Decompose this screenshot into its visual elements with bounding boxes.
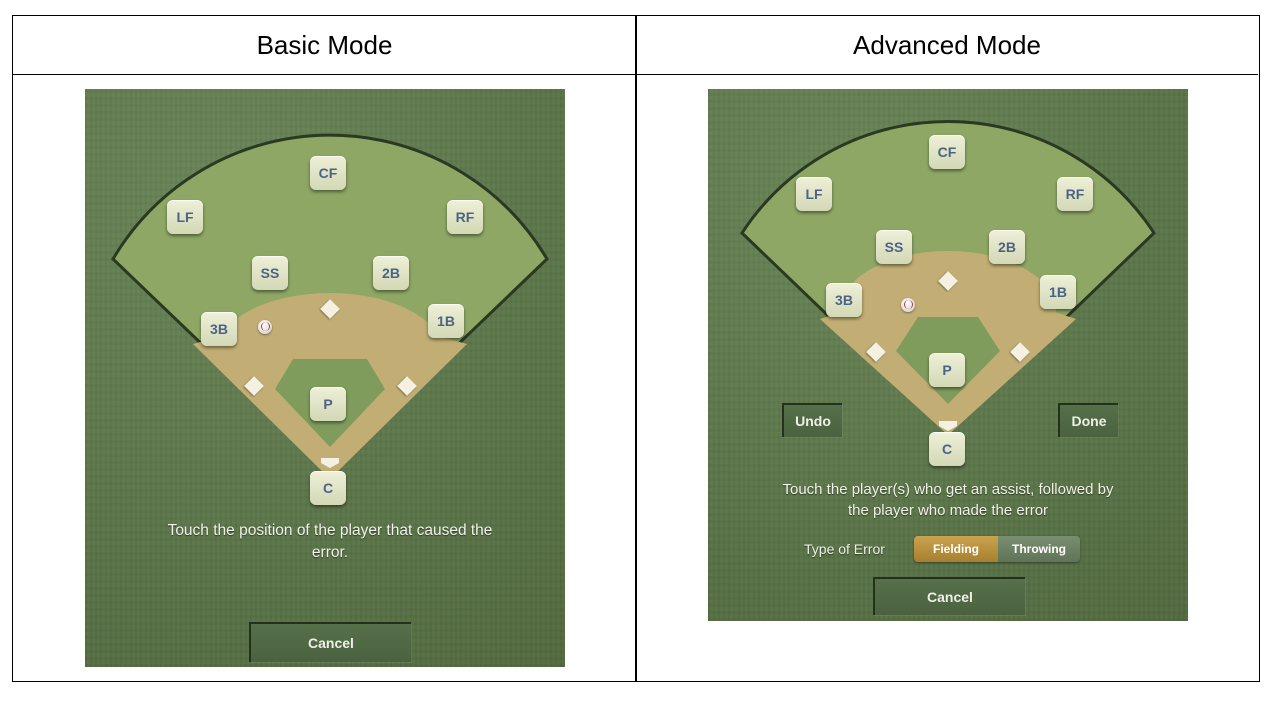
basic-mode-screen: CF LF RF SS 2B 3B 1B P C Touch the posit… [85, 89, 565, 667]
position-c-button[interactable]: C [929, 432, 965, 466]
position-cf-button[interactable]: CF [310, 156, 346, 190]
position-3b-button[interactable]: 3B [826, 283, 862, 317]
position-ss-button[interactable]: SS [252, 256, 288, 290]
undo-button[interactable]: Undo [782, 403, 842, 437]
baseball-icon [258, 320, 272, 334]
basic-mode-header: Basic Mode [13, 16, 636, 75]
throwing-option[interactable]: Throwing [998, 536, 1080, 562]
advanced-cancel-button[interactable]: Cancel [873, 577, 1025, 615]
position-3b-button[interactable]: 3B [201, 312, 237, 346]
fielding-option[interactable]: Fielding [914, 536, 998, 562]
advanced-instruction-text: Touch the player(s) who get an assist, f… [782, 481, 1114, 519]
basic-cancel-button[interactable]: Cancel [249, 622, 411, 662]
basic-instruction-text: Touch the position of the player that ca… [167, 522, 493, 561]
position-cf-button[interactable]: CF [929, 135, 965, 169]
position-2b-button[interactable]: 2B [989, 230, 1025, 264]
done-button[interactable]: Done [1058, 403, 1118, 437]
position-c-button[interactable]: C [310, 471, 346, 505]
position-1b-button[interactable]: 1B [428, 304, 464, 338]
type-of-error-label: Type of Error [804, 541, 885, 557]
position-rf-button[interactable]: RF [447, 200, 483, 234]
position-ss-button[interactable]: SS [876, 230, 912, 264]
advanced-mode-screen: CF LF RF SS 2B 3B 1B P C Undo Done Touch… [708, 89, 1188, 621]
position-2b-button[interactable]: 2B [373, 256, 409, 290]
position-p-button[interactable]: P [310, 387, 346, 421]
advanced-mode-header: Advanced Mode [636, 16, 1258, 75]
position-rf-button[interactable]: RF [1057, 177, 1093, 211]
position-1b-button[interactable]: 1B [1040, 275, 1076, 309]
column-divider [635, 16, 637, 681]
error-type-segmented-control: Fielding Throwing [914, 536, 1080, 562]
baseball-icon [901, 298, 915, 312]
position-lf-button[interactable]: LF [796, 177, 832, 211]
position-lf-button[interactable]: LF [167, 200, 203, 234]
position-p-button[interactable]: P [929, 353, 965, 387]
